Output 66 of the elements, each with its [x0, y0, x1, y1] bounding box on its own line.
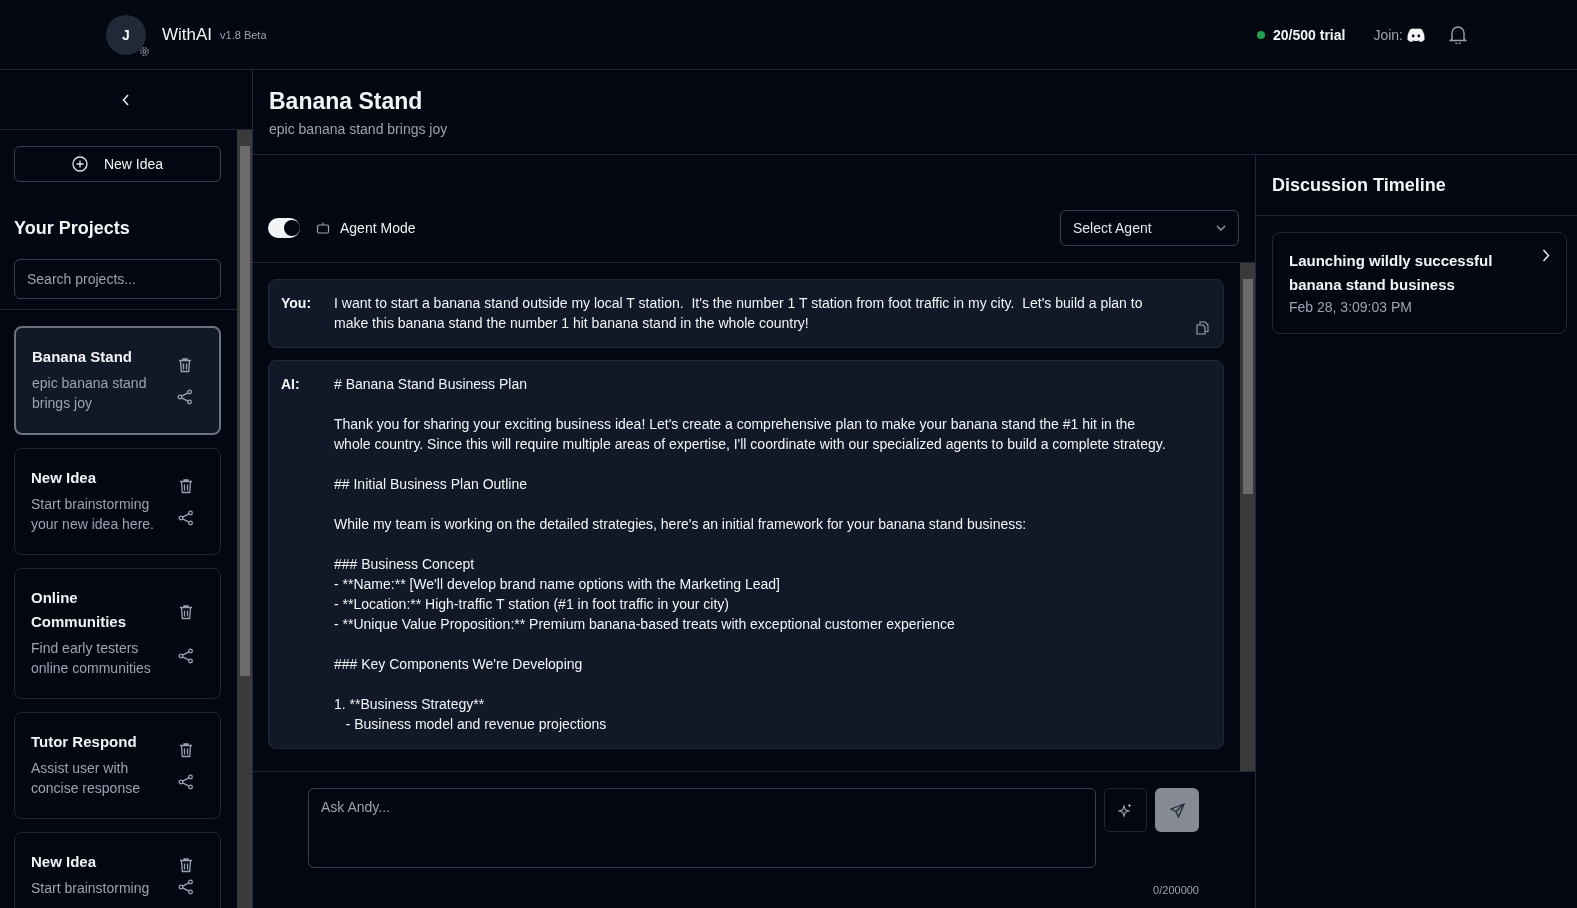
project-title: New Idea	[31, 468, 98, 488]
plus-circle-icon	[71, 156, 88, 172]
search-field[interactable]: Search projects...	[14, 259, 221, 299]
share-icon[interactable]	[178, 774, 194, 790]
message-input[interactable]: Ask Andy...	[308, 788, 1096, 868]
trash-icon[interactable]	[179, 857, 193, 873]
copy-icon[interactable]	[1196, 321, 1209, 335]
message-text: Thank you for sharing your exciting business idea! Let's create a comprehensive plan to make your banana stand the #1 hit in the whole country. Since this will require multiple areas of expertise, I'll coordinate with our specialized agents to build a complete strategy.	[334, 415, 1167, 454]
section-heading: Your Projects	[14, 218, 131, 239]
settings-icon[interactable]	[139, 45, 150, 57]
timeline-entry[interactable]: Launching wildly successful banana stand business Feb 28, 3:09:03 PM	[1272, 232, 1567, 334]
project-title: New Idea	[31, 852, 98, 872]
trash-icon[interactable]	[179, 604, 193, 620]
speaker-label: You:	[281, 294, 313, 313]
project-description: Start brainstorming	[31, 879, 151, 898]
send-icon	[1169, 802, 1185, 818]
message-text: ## Initial Business Plan Outline	[334, 475, 528, 494]
message-text: ### Business Concept - **Name:** [We'll develop brand name options with the Marketing Lead] - **Location:** High-traffic T station (#1 in foot traffic in your city) - **Unique Value Proposition:** Premium banana-based treats with exceptional customer experience	[334, 555, 956, 634]
sparkle-icon	[1118, 802, 1133, 818]
project-description: Start brainstorming your new idea here.	[31, 495, 155, 534]
project-title: Banana Stand	[269, 88, 424, 115]
app-name: WithAI	[162, 24, 213, 45]
share-icon[interactable]	[178, 648, 194, 664]
project-title: Banana Stand	[32, 347, 134, 367]
share-icon[interactable]	[177, 389, 193, 405]
agent-mode-toggle[interactable]	[268, 217, 300, 238]
project-card[interactable]: New Idea Start brainstorming	[14, 832, 221, 908]
message-text: While my team is working on the detailed strategies, here's an initial framework for your banana stand business:	[334, 515, 1028, 534]
share-icon[interactable]	[178, 510, 194, 526]
chevron-down-icon	[1216, 224, 1226, 231]
scrollbar[interactable]	[1240, 263, 1255, 771]
project-title: Tutor Respond	[31, 732, 138, 752]
share-icon[interactable]	[178, 879, 194, 895]
project-title: Online Communities	[31, 588, 127, 632]
project-card[interactable]: Tutor Respond Assist user with concise response	[14, 712, 221, 819]
robot-icon	[316, 221, 330, 234]
project-card[interactable]: Online Communities Find early testers online communities	[14, 568, 221, 699]
join-label: Join:	[1373, 26, 1403, 43]
trash-icon[interactable]	[179, 742, 193, 758]
agent-mode-label: Agent Mode	[340, 219, 416, 236]
project-description: Find early testers online communities	[31, 639, 152, 678]
trial-count: 20/500 trial	[1273, 26, 1346, 43]
message-text: # Banana Stand Business Plan	[334, 375, 529, 394]
panel-title: Discussion Timeline	[1256, 155, 1577, 216]
project-card[interactable]: New Idea Start brainstorming your new idea here.	[14, 448, 221, 555]
chevron-right-icon	[1542, 249, 1550, 262]
message-text: I want to start a banana stand outside my local T station. It's the number 1 T station from foot traffic in my city. Let's build a plan to make this banana stand the number 1 hit banana stand in the whole country!	[334, 294, 1144, 333]
speaker-label: AI:	[281, 375, 301, 394]
user-avatar[interactable]: J	[106, 14, 146, 55]
message-text: 1. **Business Strategy** - Business model and revenue projections	[334, 695, 608, 734]
project-description: epic banana stand brings joy	[32, 374, 148, 413]
trash-icon[interactable]	[178, 357, 192, 373]
agent-dropdown[interactable]: Select Agent	[1060, 209, 1239, 246]
chevron-left-icon[interactable]	[122, 93, 130, 106]
trash-icon[interactable]	[179, 478, 193, 494]
character-counter: 0/200000	[1153, 884, 1199, 896]
scrollbar[interactable]	[237, 130, 252, 908]
bell-icon[interactable]	[1449, 25, 1467, 44]
message-text: ### Key Components We're Developing	[334, 655, 584, 674]
chat-app-icon[interactable]	[1407, 27, 1425, 42]
project-subtitle: epic banana stand brings joy	[269, 121, 449, 137]
send-button[interactable]	[1155, 788, 1199, 832]
project-description: Assist user with concise response	[31, 759, 141, 798]
project-card[interactable]: Banana Stand epic banana stand brings joy	[14, 326, 221, 435]
new-idea-button[interactable]: New Idea	[14, 146, 221, 182]
version-label: v1.8 Beta	[220, 28, 267, 41]
